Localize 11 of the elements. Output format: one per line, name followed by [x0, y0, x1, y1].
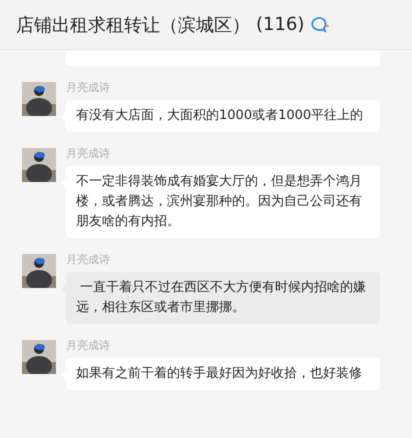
- sender-name: 月亮成诗: [66, 82, 111, 94]
- sender-name: 月亮成诗: [66, 148, 111, 160]
- chat-title: 店铺出租求租转让（滨城区）: [16, 14, 250, 36]
- sender-name: 月亮成诗: [66, 340, 111, 352]
- member-count: (116): [256, 14, 304, 35]
- avatar: [22, 82, 56, 116]
- avatar: [22, 340, 56, 374]
- avatar: [22, 254, 56, 288]
- sender-name: 月亮成诗: [66, 254, 111, 266]
- avatar: [22, 148, 56, 182]
- chat-bubble-icon: [310, 16, 330, 34]
